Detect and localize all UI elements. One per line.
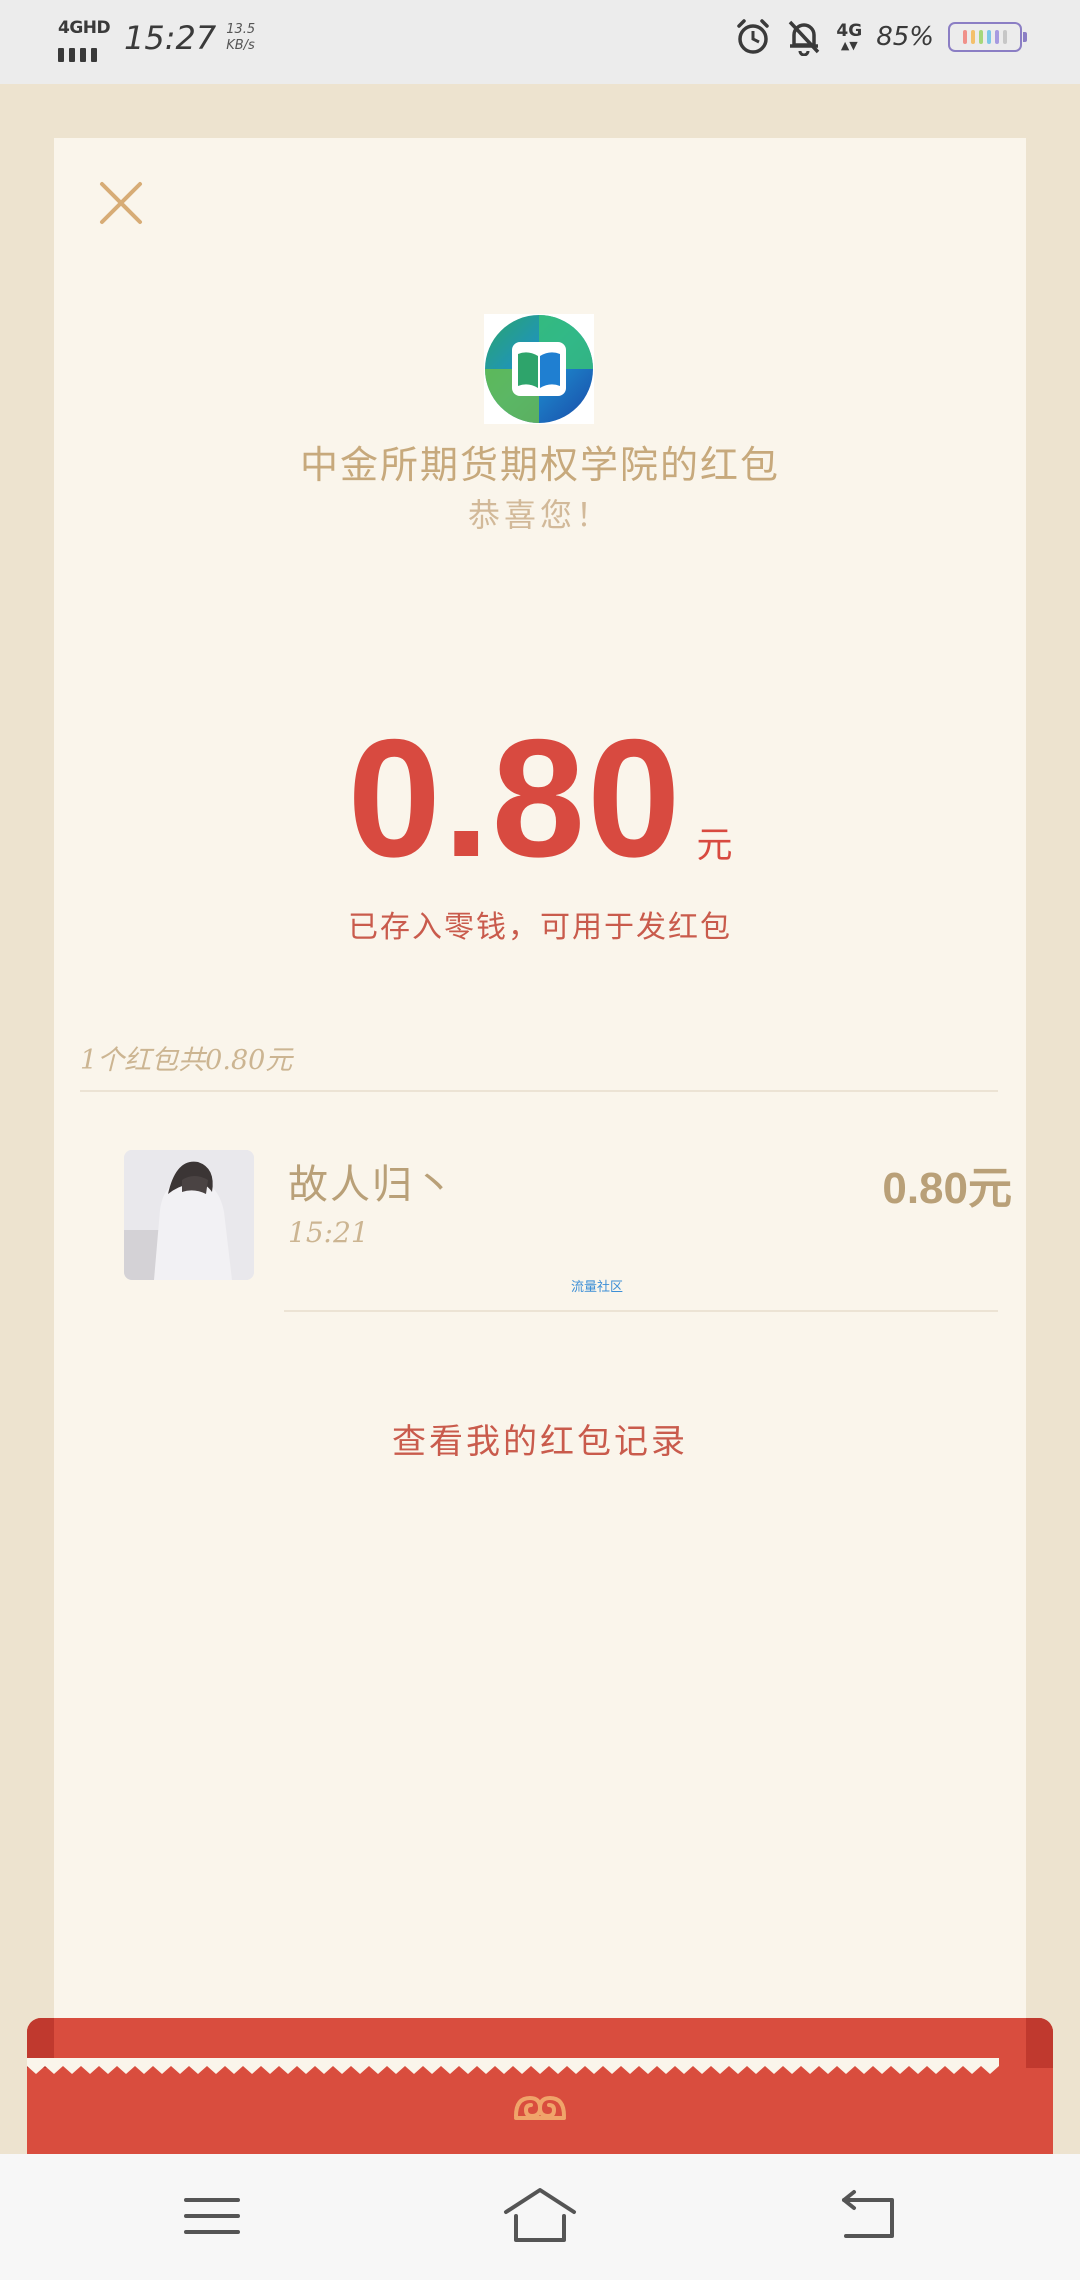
menu-button[interactable] — [172, 2184, 252, 2248]
sender-logo — [484, 314, 594, 424]
book-logo-icon — [484, 314, 594, 424]
home-icon — [504, 2188, 576, 2242]
back-button[interactable] — [830, 2184, 910, 2248]
envelope-bottom-band — [27, 2018, 1053, 2154]
battery-icon — [948, 22, 1027, 52]
cloud-emblem-icon — [514, 2095, 566, 2120]
close-icon — [100, 182, 142, 224]
battery-percent: 85% — [876, 22, 934, 52]
menu-icon — [184, 2198, 240, 2234]
mobile-data-label: 4G — [836, 21, 863, 41]
list-item[interactable]: 故人归丶 15:21 0.80元 流量社区 — [124, 1148, 1012, 1312]
mute-bell-icon — [786, 18, 822, 56]
amount-row: 0.80 元 — [54, 704, 1026, 892]
view-history-link[interactable]: 查看我的红包记录 — [54, 1414, 1026, 1463]
record-amount: 0.80元 — [882, 1164, 1012, 1213]
net-speed: 13.5 KB/s — [226, 22, 255, 54]
net-speed-unit: KB/s — [226, 38, 255, 53]
status-bar: 4GHD 15:27 13.5 KB/s 4G ▲▼ 85% — [0, 0, 1080, 84]
received-amount: 0.80 — [347, 704, 683, 892]
divider — [284, 1310, 998, 1312]
record-time: 15:21 — [288, 1216, 369, 1249]
record-name: 故人归丶 — [288, 1162, 456, 1208]
congrats-text: 恭喜您！ — [467, 496, 612, 534]
close-button[interactable] — [94, 176, 148, 230]
navigation-bar — [0, 2154, 1080, 2280]
watermark-text: 流量社区 — [571, 1280, 624, 1295]
back-icon — [842, 2190, 894, 2238]
avatar[interactable] — [124, 1150, 254, 1280]
amount-unit: 元 — [696, 825, 733, 866]
packet-summary: 1个红包共0.80元 — [80, 1045, 293, 1076]
amount-note[interactable]: 已存入零钱，可用于发红包 — [54, 902, 1026, 946]
red-packet-detail-card: 中金所期货期权学院的红包 恭喜您！ 0.80 元 已存入零钱，可用于发红包 1个… — [54, 138, 1026, 2078]
network-type: 4GHD — [58, 18, 111, 38]
status-time: 15:27 — [124, 19, 217, 57]
alarm-icon — [734, 18, 772, 56]
net-speed-value: 13.5 — [226, 22, 256, 37]
home-button[interactable] — [500, 2184, 580, 2248]
zigzag-edge — [27, 2058, 999, 2074]
divider — [80, 1090, 998, 1092]
mobile-data-indicator: 4G ▲▼ — [836, 21, 863, 52]
signal-icon: 4GHD — [58, 16, 111, 62]
sender-title: 中金所期货期权学院的红包 — [299, 443, 780, 487]
user-photo — [124, 1150, 254, 1280]
